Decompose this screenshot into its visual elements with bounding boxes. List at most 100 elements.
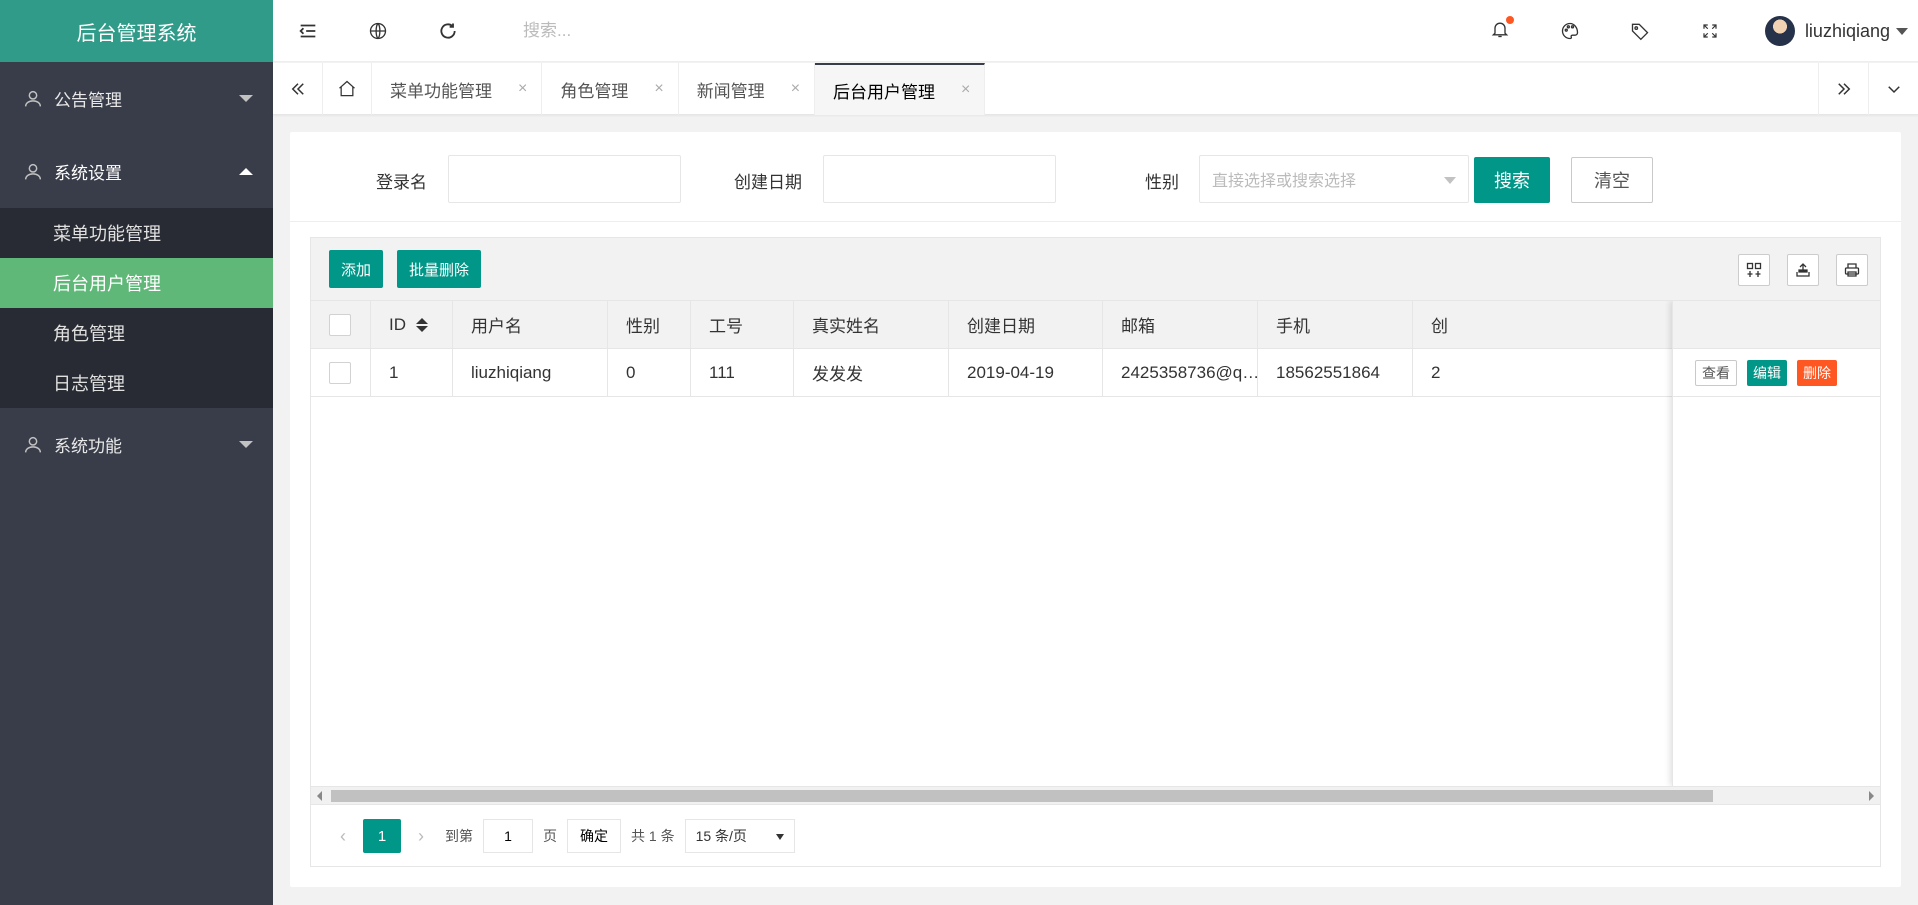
login-name-label: 登录名 <box>376 173 427 192</box>
collapse-menu-icon[interactable] <box>273 0 343 62</box>
delete-button[interactable]: 删除 <box>1797 359 1837 386</box>
tab-label: 角色管理 <box>560 81 629 101</box>
sidebar-group-system-functions[interactable]: 系统功能 <box>0 408 273 481</box>
sidebar-item-user-management[interactable]: 后台用户管理 <box>0 258 273 308</box>
login-name-input[interactable] <box>448 155 681 203</box>
close-icon[interactable]: × <box>791 80 800 98</box>
batch-delete-button[interactable]: 批量删除 <box>397 250 482 288</box>
fullscreen-icon[interactable] <box>1675 0 1745 62</box>
home-tab-icon[interactable] <box>323 63 372 115</box>
chevron-down-icon <box>239 440 253 448</box>
tab-label: 后台用户管理 <box>833 82 936 102</box>
tab-menu-management[interactable]: 菜单功能管理 × <box>372 63 543 115</box>
app-logo: 后台管理系统 <box>0 0 273 62</box>
view-button[interactable]: 查看 <box>1695 359 1737 386</box>
create-date-input[interactable] <box>823 155 1056 203</box>
create-date-label: 创建日期 <box>734 173 802 192</box>
column-header-username: 用户名 <box>453 301 608 349</box>
scrollbar-thumb[interactable] <box>331 790 1713 802</box>
next-page-icon[interactable]: › <box>407 819 435 853</box>
chevron-down-icon <box>1444 177 1456 184</box>
tab-user-management[interactable]: 后台用户管理 × <box>815 63 986 115</box>
clear-button[interactable]: 清空 <box>1571 157 1653 203</box>
main-card: 登录名 创建日期 性别 直接选择或搜索选择 搜索 清空 添加 批量删除 ID 用… <box>290 132 1901 887</box>
row-actions: 查看 编辑 删除 <box>1673 349 1880 397</box>
gender-label: 性别 <box>1145 173 1179 192</box>
user-icon <box>24 436 42 452</box>
column-header-create-date: 创建日期 <box>949 301 1103 349</box>
chevron-down-icon <box>1896 27 1908 35</box>
export-icon[interactable] <box>1787 254 1819 286</box>
gender-select-placeholder: 直接选择或搜索选择 <box>1212 173 1357 190</box>
columns-filter-icon[interactable] <box>1738 254 1770 286</box>
notification-bell-icon[interactable] <box>1465 0 1535 62</box>
data-table: 添加 批量删除 ID 用户名 性别 工号 真实姓名 创建日期 邮箱 手机 创 1… <box>310 237 1881 867</box>
tab-role-management[interactable]: 角色管理 × <box>542 63 679 115</box>
tag-icon[interactable] <box>1605 0 1675 62</box>
tabs-dropdown-icon[interactable] <box>1868 63 1918 115</box>
tab-news-management[interactable]: 新闻管理 × <box>679 63 816 115</box>
prev-page-icon[interactable]: ‹ <box>329 819 357 853</box>
globe-icon[interactable] <box>343 0 413 62</box>
avatar <box>1764 16 1795 46</box>
sidebar-item-role-management[interactable]: 角色管理 <box>0 308 273 358</box>
current-page[interactable]: 1 <box>363 819 401 853</box>
sidebar-item-log-management[interactable]: 日志管理 <box>0 358 273 408</box>
pagination: ‹ 1 › 到第 页 确定 共 1 条 15 条/页 <box>311 804 1880 867</box>
cell-phone: 18562551864 <box>1258 348 1413 397</box>
sidebar-group-announcements[interactable]: 公告管理 <box>0 62 273 135</box>
add-button[interactable]: 添加 <box>329 250 384 288</box>
chevron-down-icon <box>775 834 784 840</box>
goto-label: 到第 <box>445 828 473 844</box>
edit-button[interactable]: 编辑 <box>1747 359 1787 386</box>
notification-dot <box>1505 15 1514 24</box>
column-header-overflow: 创 <box>1431 317 1448 336</box>
cell-job-no: 111 <box>691 348 794 397</box>
column-header-label: ID <box>389 314 406 334</box>
total-count: 共 1 条 <box>631 828 675 844</box>
tabs-scroll-left-icon[interactable] <box>273 63 323 115</box>
close-icon[interactable]: × <box>654 80 663 98</box>
sort-icon[interactable] <box>416 317 428 332</box>
user-icon <box>24 90 42 106</box>
page-tabs-bar: 菜单功能管理 × 角色管理 × 新闻管理 × 后台用户管理 × <box>273 63 1918 115</box>
page-size-select[interactable]: 15 条/页 <box>684 819 795 853</box>
table-grid: ID 用户名 性别 工号 真实姓名 创建日期 邮箱 手机 创 1 liuzhiq… <box>311 301 1880 786</box>
select-all-checkbox[interactable] <box>329 313 351 336</box>
tabs-scroll-right-icon[interactable] <box>1818 63 1868 115</box>
chevron-down-icon <box>239 94 253 102</box>
close-icon[interactable]: × <box>961 81 970 99</box>
row-checkbox-cell <box>311 348 371 397</box>
page-unit-label: 页 <box>543 828 557 844</box>
scroll-right-arrow-icon[interactable] <box>1869 791 1874 801</box>
close-icon[interactable]: × <box>518 80 527 98</box>
sidebar-group-system-settings[interactable]: 系统设置 <box>0 135 273 208</box>
sidebar-submenu: 菜单功能管理 后台用户管理 角色管理 日志管理 <box>0 208 273 408</box>
horizontal-scrollbar[interactable] <box>311 786 1880 804</box>
column-header-real-name: 真实姓名 <box>794 301 949 349</box>
print-icon[interactable] <box>1836 254 1868 286</box>
refresh-icon[interactable] <box>413 0 483 62</box>
cell-create-date: 2019-04-19 <box>949 348 1103 397</box>
sidebar-item-menu-management[interactable]: 菜单功能管理 <box>0 208 273 258</box>
scroll-left-arrow-icon[interactable] <box>317 791 322 801</box>
row-checkbox[interactable] <box>329 361 351 384</box>
table-row: 1 liuzhiqiang 0 111 发发发 2019-04-19 24253… <box>311 348 1880 397</box>
column-header-email: 邮箱 <box>1103 301 1258 349</box>
sidebar-group-label: 公告管理 <box>54 91 122 110</box>
cell-username: liuzhiqiang <box>453 348 608 397</box>
theme-palette-icon[interactable] <box>1535 0 1605 62</box>
gender-select[interactable]: 直接选择或搜索选择 <box>1199 155 1469 203</box>
tab-label: 新闻管理 <box>696 81 765 101</box>
table-header-row: ID 用户名 性别 工号 真实姓名 创建日期 邮箱 手机 创 <box>311 301 1880 349</box>
user-menu[interactable]: liuzhiqiang <box>1745 16 1918 46</box>
column-header-id[interactable]: ID <box>371 301 453 349</box>
page-number-input[interactable] <box>483 819 533 853</box>
confirm-page-button[interactable]: 确定 <box>567 819 621 853</box>
top-header: liuzhiqiang <box>273 0 1918 62</box>
header-search-input[interactable] <box>523 10 823 51</box>
chevron-up-icon <box>239 167 253 175</box>
search-button[interactable]: 搜索 <box>1474 157 1550 203</box>
table-toolbar: 添加 批量删除 <box>311 238 1880 301</box>
sidebar-group-label: 系统功能 <box>54 437 122 456</box>
